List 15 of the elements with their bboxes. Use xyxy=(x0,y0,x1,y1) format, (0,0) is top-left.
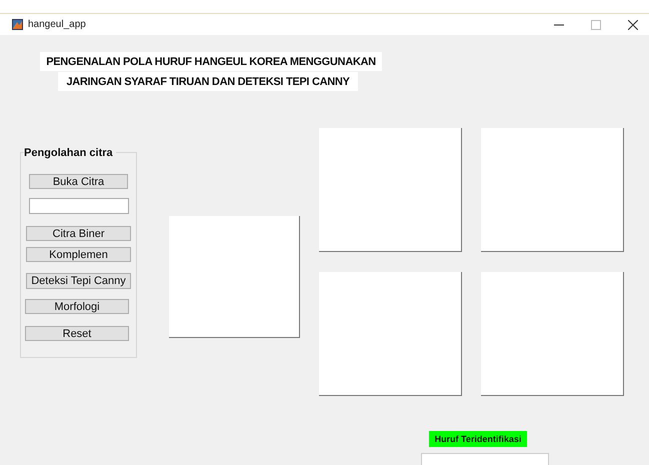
panel-button[interactable]: Citra Biner xyxy=(26,226,131,241)
result-label: Huruf Teridentifikasi xyxy=(429,431,527,447)
panel-button[interactable]: Reset xyxy=(25,326,129,341)
panel-title: Pengolahan citra xyxy=(24,147,116,159)
panel-button[interactable]: Komplemen xyxy=(26,247,131,262)
panel-button[interactable]: Buka Citra xyxy=(29,174,128,189)
app-icon xyxy=(12,19,23,30)
heading-text: JARINGAN SYARAF TIRUAN DAN DETEKSI TEPI CANNY xyxy=(58,72,358,91)
window-title: hangeul_app xyxy=(28,19,87,30)
panel-button[interactable]: Deteksi Tepi Canny xyxy=(26,273,131,289)
input-field[interactable] xyxy=(29,198,129,214)
close-icon xyxy=(628,20,638,30)
heading-text: PENGENALAN POLA HURUF HANGEUL KOREA MENGGUNAKAN xyxy=(40,52,382,71)
panel-button[interactable]: Morfologi xyxy=(25,299,129,314)
maximize-icon xyxy=(591,20,601,30)
